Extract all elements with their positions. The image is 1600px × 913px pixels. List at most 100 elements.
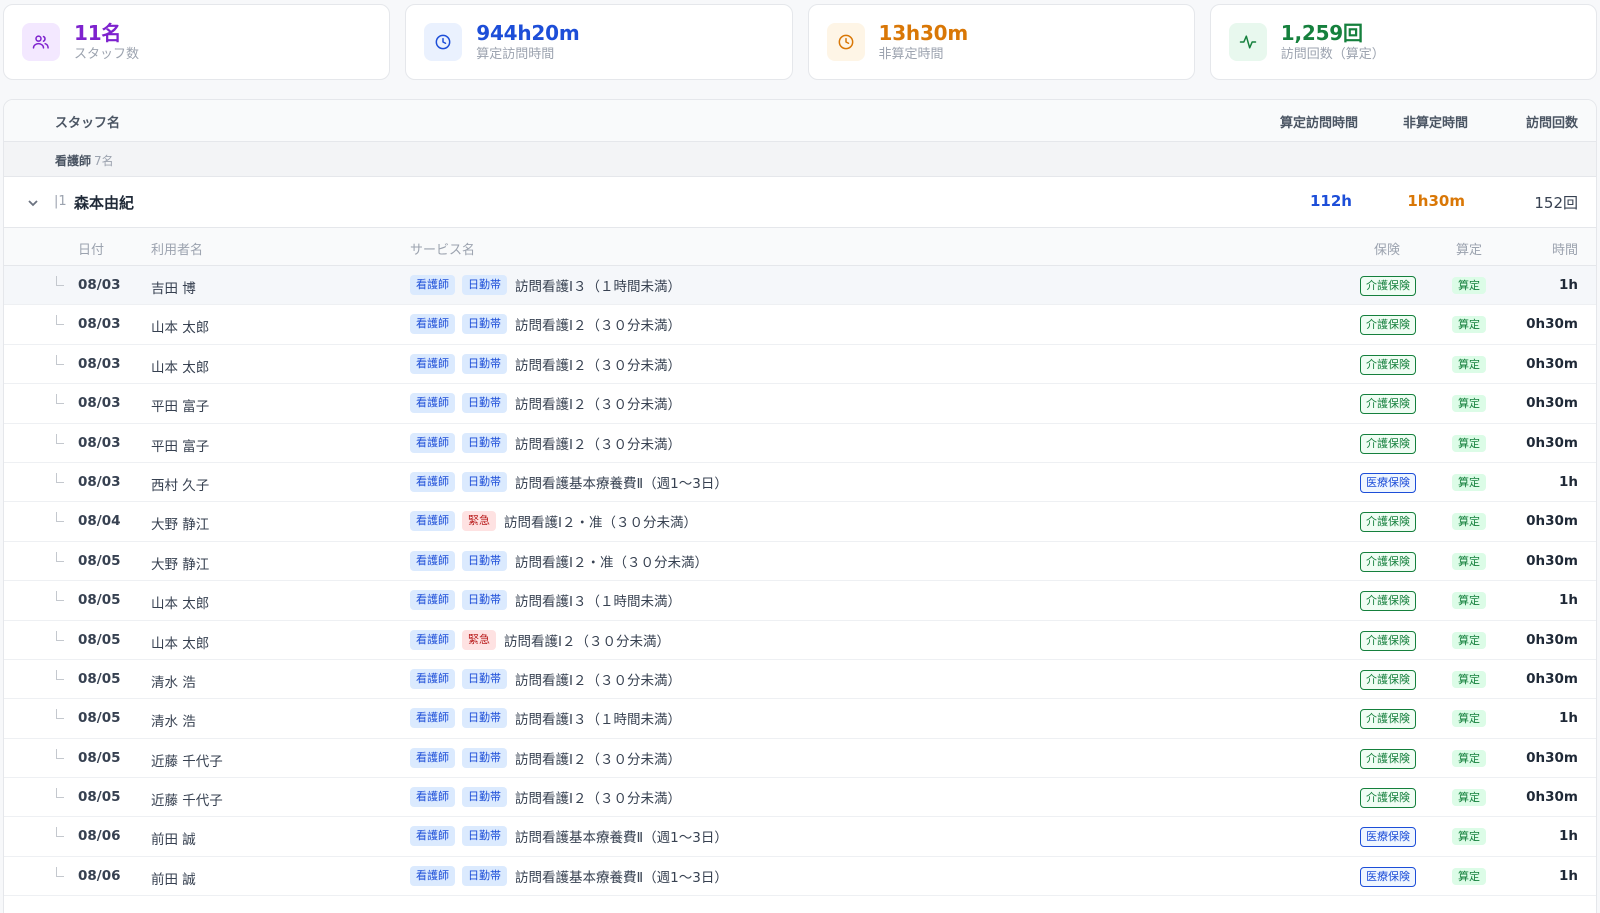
service-name: 訪問看護Ⅰ２（３０分未満） <box>515 791 681 808</box>
service-name: 訪問看護Ⅰ２・准（３０分未満） <box>515 554 708 571</box>
calc-badge: 算定 <box>1452 828 1486 846</box>
visit-row[interactable]: 08/06 前田 誠 看護師 日勤帯 訪問看護基本療養費Ⅱ（週1〜3日） 医療保険 算定 1h <box>4 817 1596 857</box>
tree-connector <box>56 512 64 523</box>
service-tag: 看護師 <box>410 511 455 532</box>
visit-row[interactable]: 08/05 山本 太郎 看護師 日勤帯 訪問看護Ⅰ３（１時間未満） 介護保険 算定 1h <box>4 581 1596 621</box>
service-tag: 日勤帯 <box>462 432 507 453</box>
insurance-badge: 介護保険 <box>1360 433 1416 454</box>
visit-date: 08/06 <box>78 828 121 845</box>
insurance-badge: 介護保険 <box>1360 788 1416 809</box>
visit-duration: 1h <box>1558 867 1578 884</box>
insurance-badge: 介護保険 <box>1360 551 1416 572</box>
staff-name: 森本由紀 <box>74 194 135 212</box>
service-cell: 看護師 日勤帯 訪問看護Ⅰ３（１時間未満） <box>410 590 681 611</box>
service-tag: 日勤帯 <box>462 826 507 847</box>
patient-name: 山本 太郎 <box>151 320 210 337</box>
visit-date: 08/04 <box>78 513 121 530</box>
stat-card: 944h20m 算定訪問時間 <box>405 4 793 80</box>
calc-badge: 算定 <box>1452 710 1486 728</box>
visit-row[interactable]: 08/05 清水 浩 看護師 日勤帯 訪問看護Ⅰ２（３０分未満） 介護保険 算定 0h30m <box>4 659 1596 700</box>
visit-row[interactable]: 08/03 西村 久子 看護師 日勤帯 訪問看護基本療養費Ⅱ（週1〜3日） 医療保険 算定 1… <box>4 462 1596 503</box>
col-non-billable-time[interactable]: 非算定時間 <box>1403 112 1468 131</box>
col-visit-count[interactable]: 訪問回数 <box>1526 112 1578 131</box>
staff-row[interactable]: |1 森本由紀 112h 1h30m 152回 <box>4 177 1596 228</box>
visit-date: 08/03 <box>78 355 121 372</box>
service-tag: 日勤帯 <box>462 865 507 886</box>
insurance-badge: 介護保険 <box>1360 354 1416 375</box>
service-cell: 看護師 日勤帯 訪問看護基本療養費Ⅱ（週1〜3日） <box>410 826 728 847</box>
service-tag: 看護師 <box>410 353 455 374</box>
visit-duration: 1h <box>1558 473 1578 490</box>
group-count: 7名 <box>94 154 114 168</box>
col-staff-name[interactable]: スタッフ名 <box>55 112 120 131</box>
calc-badge: 算定 <box>1452 867 1486 885</box>
visit-row[interactable]: 08/03 吉田 博 看護師 日勤帯 訪問看護Ⅰ３（１時間未満） 介護保険 算定 1h <box>4 266 1596 306</box>
tree-connector <box>56 709 64 720</box>
visit-date: 08/05 <box>78 789 121 806</box>
visit-duration: 1h <box>1558 277 1578 293</box>
detail-col-insurance: 保険 <box>1373 243 1400 258</box>
service-tag: 日勤帯 <box>462 590 507 611</box>
service-name: 訪問看護Ⅰ２（３０分未満） <box>504 633 670 650</box>
service-tag: 看護師 <box>410 826 455 847</box>
calc-badge: 算定 <box>1452 789 1486 807</box>
tree-connector <box>56 748 64 759</box>
service-cell: 看護師 日勤帯 訪問看護Ⅰ２（３０分未満） <box>410 353 681 374</box>
visit-row[interactable]: 08/03 山本 太郎 看護師 日勤帯 訪問看護Ⅰ２（３０分未満） 介護保険 算定 0h30m <box>4 305 1596 345</box>
service-tag: 日勤帯 <box>462 275 507 295</box>
service-tag: 看護師 <box>410 393 455 414</box>
col-billable-time[interactable]: 算定訪問時間 <box>1280 112 1358 131</box>
visit-date: 08/06 <box>78 867 121 884</box>
insurance-badge: 介護保険 <box>1360 591 1416 612</box>
insurance-badge: 医療保険 <box>1360 827 1416 848</box>
visit-row[interactable]: 08/05 清水 浩 看護師 日勤帯 訪問看護Ⅰ３（１時間未満） 介護保険 算定 1h <box>4 699 1596 739</box>
service-tag: 日勤帯 <box>462 314 507 335</box>
insurance-badge: 介護保険 <box>1360 394 1416 415</box>
insurance-badge: 医療保険 <box>1360 866 1416 887</box>
calc-badge: 算定 <box>1452 395 1486 413</box>
patient-name: 大野 静江 <box>151 556 210 573</box>
stat-value: 13h30m <box>878 20 969 45</box>
visit-row[interactable]: 08/06 前田 誠 看護師 日勤帯 訪問看護基本療養費Ⅱ（週1〜3日） 医療保険 算定 1h <box>4 856 1596 897</box>
group-name: 看護師 7名 <box>55 154 114 168</box>
service-name: 訪問看護Ⅰ２（３０分未満） <box>515 357 681 374</box>
stat-value: 1,259回 <box>1280 20 1363 45</box>
service-name: 訪問看護Ⅰ２（３０分未満） <box>515 751 681 768</box>
clock-icon <box>826 23 865 61</box>
patient-name: 清水 浩 <box>151 674 196 691</box>
calc-badge: 算定 <box>1452 552 1486 570</box>
calc-badge: 算定 <box>1452 355 1486 373</box>
calc-badge: 算定 <box>1452 316 1486 334</box>
visit-row[interactable]: 08/05 大野 静江 看護師 日勤帯 訪問看護Ⅰ２・准（３０分未満） 介護保険 算定 0h3… <box>4 541 1596 582</box>
service-tag: 看護師 <box>410 590 455 611</box>
visit-row[interactable]: 08/05 近藤 千代子 看護師 日勤帯 訪問看護Ⅰ２（３０分未満） 介護保険 算定 0h30… <box>4 738 1596 779</box>
service-name: 訪問看護基本療養費Ⅱ（週1〜3日） <box>515 475 728 492</box>
service-cell: 看護師 日勤帯 訪問看護Ⅰ２（３０分未満） <box>410 432 681 453</box>
visit-row[interactable]: 08/05 近藤 千代子 看護師 日勤帯 訪問看護Ⅰ２（３０分未満） 介護保険 算定 0h30… <box>4 778 1596 818</box>
visit-date: 08/05 <box>78 552 121 569</box>
tree-connector <box>56 276 64 286</box>
service-cell: 看護師 日勤帯 訪問看護Ⅰ２（３０分未満） <box>410 393 681 414</box>
chevron-down-icon[interactable] <box>26 195 40 209</box>
patient-name: 近藤 千代子 <box>151 793 223 810</box>
patient-name: 大野 静江 <box>151 517 210 534</box>
service-name: 訪問看護Ⅰ３（１時間未満） <box>515 712 681 729</box>
visit-duration: 0h30m <box>1526 316 1578 333</box>
visit-row[interactable]: 08/05 山本 太郎 看護師 緊急 訪問看護Ⅰ２（３０分未満） 介護保険 算定 0h30m <box>4 620 1596 660</box>
tree-connector <box>56 788 64 799</box>
visit-row[interactable]: 08/03 山本 太郎 看護師 日勤帯 訪問看護Ⅰ２（３０分未満） 介護保険 算定 0h30m <box>4 344 1596 385</box>
service-tag: 緊急 <box>462 511 496 532</box>
patient-name: 西村 久子 <box>151 477 210 494</box>
detail-col-calc: 算定 <box>1455 243 1482 258</box>
visit-date: 08/05 <box>78 631 121 648</box>
visit-row[interactable]: 08/03 平田 富子 看護師 日勤帯 訪問看護Ⅰ２（３０分未満） 介護保険 算定 0h30m <box>4 423 1596 463</box>
visit-row[interactable]: 08/04 大野 静江 看護師 緊急 訪問看護Ⅰ２・准（３０分未満） 介護保険 算定 0h30… <box>4 502 1596 542</box>
visit-duration: 1h <box>1558 592 1578 609</box>
service-tag: 緊急 <box>462 629 496 650</box>
visit-list: 08/03 吉田 博看護師 日勤帯 訪問看護Ⅰ３（１時間未満） 介護保険 算定 1h 08/0… <box>4 266 1596 897</box>
service-tag: 看護師 <box>410 314 455 335</box>
visit-duration: 1h <box>1558 828 1578 845</box>
visit-date: 08/05 <box>78 749 121 766</box>
visit-row[interactable]: 08/03 平田 富子 看護師 日勤帯 訪問看護Ⅰ２（３０分未満） 介護保険 算定 0h30m <box>4 384 1596 424</box>
visit-date: 08/03 <box>78 395 121 412</box>
